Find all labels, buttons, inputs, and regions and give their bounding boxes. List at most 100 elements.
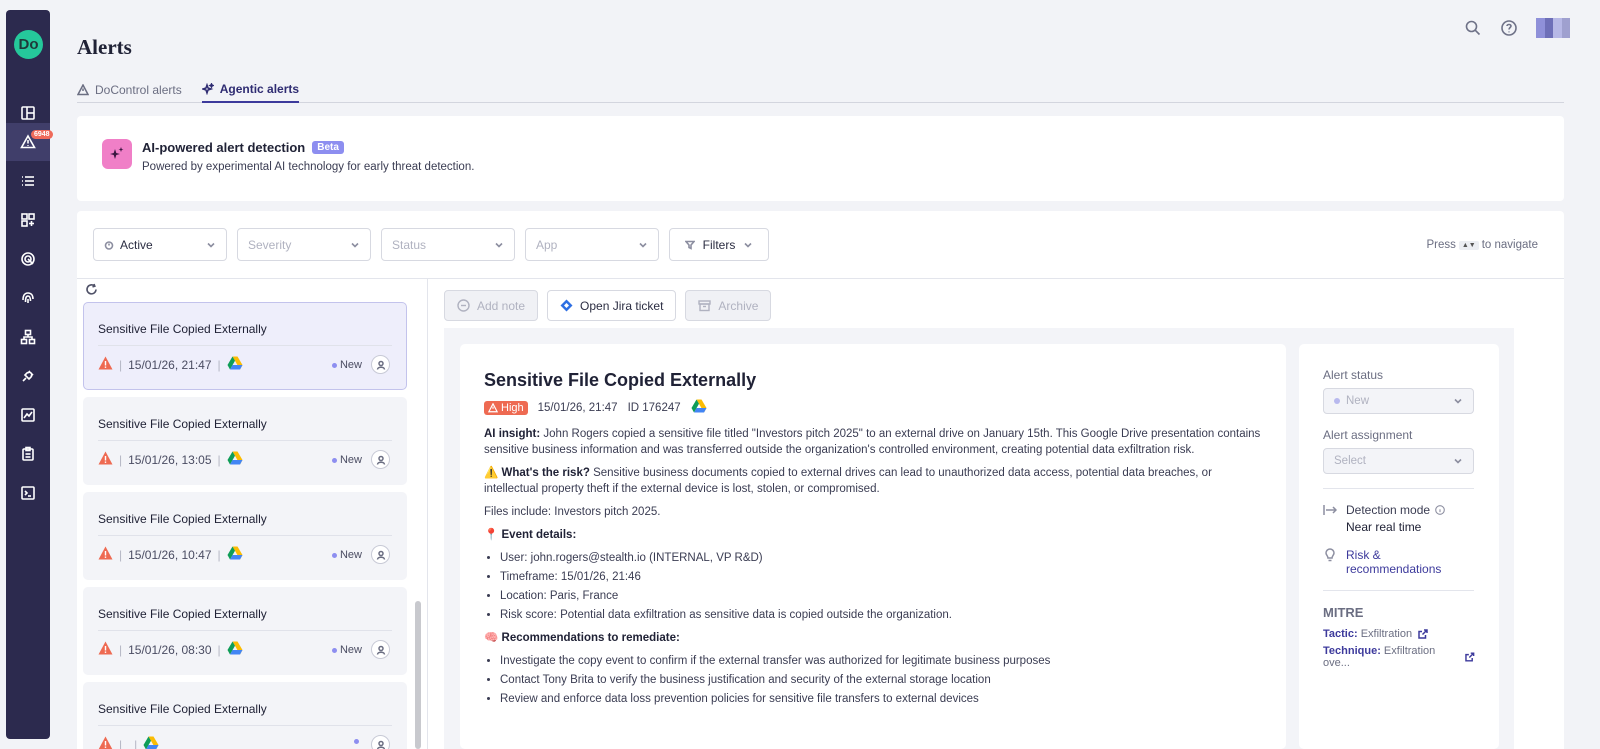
open-jira-button[interactable]: Open Jira ticket <box>547 290 677 321</box>
severity-badge: High <box>484 400 528 415</box>
risk-recommendations-link[interactable]: Risk & recommendations <box>1323 548 1475 576</box>
warning-icon <box>77 83 89 95</box>
warning-icon <box>98 736 113 749</box>
archive-button[interactable]: Archive <box>685 290 772 321</box>
sidebar-item-fingerprint[interactable] <box>6 279 50 317</box>
clipboard-icon <box>22 446 34 461</box>
sidebar-item-reports[interactable] <box>6 396 50 434</box>
list-item: Investigate the copy event to confirm if… <box>500 653 1262 669</box>
event-details-heading: 📍 Event details: <box>484 527 1262 543</box>
assign-user-button[interactable] <box>371 640 390 659</box>
alert-status-select[interactable]: New <box>1323 388 1474 414</box>
event-details-label: 📍 Event details: <box>484 529 577 541</box>
status-badge <box>354 739 362 744</box>
status-badge: New <box>331 359 362 371</box>
technique-label: Technique: <box>1323 645 1381 657</box>
assign-user-button[interactable] <box>371 355 390 374</box>
avatar-tile <box>1544 18 1553 38</box>
list-item[interactable]: Sensitive File Copied Externally | 15/01… <box>83 302 407 390</box>
alert-description: AI insight: John Rogers copied a sensiti… <box>484 426 1262 707</box>
list-item-title: Sensitive File Copied Externally <box>98 417 267 431</box>
sidebar-item-list[interactable] <box>6 162 50 200</box>
filters-button[interactable]: Filters <box>669 228 769 261</box>
user-avatar[interactable] <box>1536 18 1570 38</box>
assign-user-button[interactable] <box>371 735 390 749</box>
status-label: New <box>339 359 362 371</box>
alert-detail: Sensitive File Copied Externally High 15… <box>460 344 1286 749</box>
fingerprint-icon <box>22 292 34 303</box>
list-item[interactable]: Sensitive File Copied Externally | 15/01… <box>83 492 407 580</box>
list-item[interactable]: Sensitive File Copied Externally | 15/01… <box>83 587 407 675</box>
recommendations-heading: 🧠 Recommendations to remediate: <box>484 630 1262 646</box>
info-icon[interactable] <box>1435 505 1445 515</box>
sidebar-item-terminal[interactable] <box>6 474 50 512</box>
list-item: Risk score: Potential data exfiltration … <box>500 607 1262 623</box>
sidebar-item-integrations[interactable] <box>6 357 50 395</box>
divider <box>98 345 392 346</box>
lightbulb-icon <box>1325 548 1335 562</box>
chevron-down-icon <box>744 242 752 248</box>
add-note-label: Add note <box>477 298 526 313</box>
active-select[interactable]: Active <box>93 228 227 261</box>
app-placeholder: App <box>536 237 558 252</box>
tab-agentic-alerts[interactable]: Agentic alerts <box>201 79 300 103</box>
list-item[interactable]: Sensitive File Copied Externally | 15/01… <box>83 397 407 485</box>
alerts-panel: Active Severity Status App Filters Press… <box>77 211 1564 749</box>
severity-label: High <box>501 401 524 414</box>
google-drive-icon <box>227 641 243 658</box>
warning-icon <box>488 402 498 412</box>
files-include: Files include: Investors pitch 2025. <box>484 506 661 518</box>
user-icon <box>376 645 385 655</box>
sparkles-icon <box>102 139 132 169</box>
nav-hint-prefix: Press <box>1426 239 1456 251</box>
refresh-icon <box>86 283 97 295</box>
severity-select[interactable]: Severity <box>237 228 371 261</box>
sidebar-item-radar[interactable] <box>6 240 50 278</box>
mitre-technique[interactable]: Technique: Exfiltration ove... <box>1323 645 1475 669</box>
app-select[interactable]: App <box>525 228 659 261</box>
mitre-tactic[interactable]: Tactic: Exfiltration <box>1323 628 1475 640</box>
list-item: Timeframe: 15/01/26, 21:46 <box>500 569 1262 585</box>
risk-recommendations-label: Risk & recommendations <box>1346 548 1442 576</box>
status-select[interactable]: Status <box>381 228 515 261</box>
list-item-title: Sensitive File Copied Externally <box>98 512 267 526</box>
alert-list: Sensitive File Copied Externally | 15/01… <box>83 302 407 749</box>
assign-user-button[interactable] <box>371 545 390 564</box>
sidebar-item-widgets[interactable] <box>6 201 50 239</box>
alert-title: Sensitive File Copied Externally <box>484 370 757 390</box>
alert-actions: Add note Open Jira ticket Archive <box>444 290 772 321</box>
google-drive-icon <box>143 736 159 749</box>
help-icon[interactable] <box>1500 19 1518 37</box>
google-drive-icon <box>691 399 707 416</box>
alert-assignment-select[interactable]: Select <box>1323 448 1474 474</box>
add-note-button[interactable]: Add note <box>444 290 539 321</box>
sidebar-item-audit[interactable] <box>6 435 50 473</box>
chevron-down-icon <box>1454 398 1462 404</box>
docontrol-logo[interactable]: Do <box>14 30 43 59</box>
warning-icon <box>98 356 113 373</box>
list-item-meta: | 15/01/26, 08:30 | <box>98 641 243 658</box>
google-drive-icon <box>227 451 243 468</box>
list-item[interactable]: Sensitive File Copied Externally | | <box>83 682 407 749</box>
user-icon <box>376 550 385 560</box>
chart-icon <box>21 408 35 422</box>
warning-icon <box>98 546 113 563</box>
archive-icon <box>698 300 712 312</box>
alert-date: 15/01/26, 21:47 <box>537 401 618 414</box>
ai-insight-text: John Rogers copied a sensitive file titl… <box>484 428 1261 456</box>
recommendations-label: 🧠 Recommendations to remediate: <box>484 632 680 644</box>
list-scrollbar[interactable] <box>415 601 421 749</box>
list-item-title: Sensitive File Copied Externally <box>98 702 267 716</box>
sidebar-item-alerts[interactable]: 6948 <box>6 123 53 161</box>
alert-meta: High 15/01/26, 21:47 ID 176247 <box>484 399 1262 416</box>
list-item-meta: | 15/01/26, 13:05 | <box>98 451 243 468</box>
comment-icon <box>457 299 470 312</box>
separator: | <box>119 547 123 562</box>
tab-docontrol-alerts[interactable]: DoControl alerts <box>77 79 182 103</box>
assign-user-button[interactable] <box>371 450 390 469</box>
refresh-button[interactable] <box>85 283 98 296</box>
search-icon[interactable] <box>1464 19 1482 37</box>
sidebar-item-hierarchy[interactable] <box>6 318 50 356</box>
divider <box>427 278 428 749</box>
risk-label: ⚠️ What's the risk? <box>484 467 590 479</box>
